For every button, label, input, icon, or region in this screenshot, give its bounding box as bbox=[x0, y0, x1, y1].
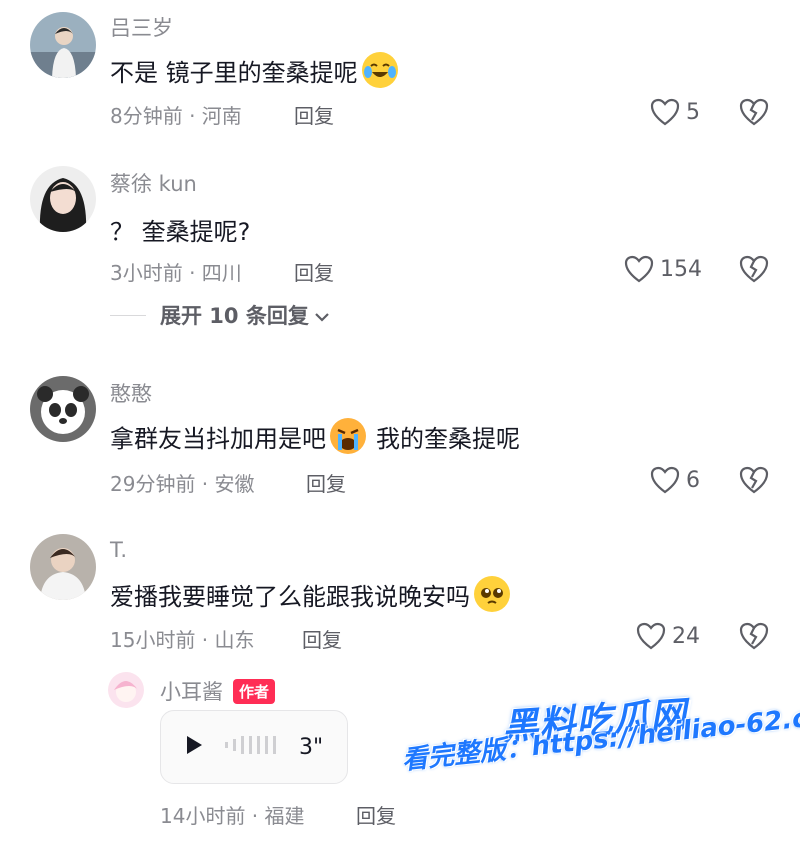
dislike-button[interactable] bbox=[739, 98, 769, 130]
like-count: 5 bbox=[686, 99, 700, 125]
like-button[interactable]: 6 bbox=[650, 466, 700, 494]
crying-laughing-emoji-icon bbox=[361, 52, 398, 88]
comment-meta: 3小时前 · 四川 bbox=[110, 261, 242, 285]
like-button[interactable]: 24 bbox=[636, 622, 700, 650]
avatar[interactable] bbox=[30, 166, 96, 232]
broken-heart-icon bbox=[739, 255, 769, 283]
username[interactable]: T. bbox=[110, 538, 127, 562]
dislike-button[interactable] bbox=[739, 622, 769, 654]
username[interactable]: 蔡徐 kun bbox=[110, 168, 197, 198]
voice-message[interactable]: 3" bbox=[160, 710, 348, 784]
like-count: 6 bbox=[686, 467, 700, 493]
like-button[interactable]: 154 bbox=[624, 255, 702, 283]
comment-item: T. 爱播我要睡觉了么能跟我说晚安吗 15小时前 · 山东 回复 24 bbox=[0, 530, 800, 670]
comment-meta: 8分钟前 · 河南 bbox=[110, 104, 242, 128]
reply-button[interactable]: 回复 bbox=[294, 257, 334, 286]
heart-icon bbox=[624, 255, 654, 283]
comment-item: 憨憨 拿群友当抖加用是吧 我的奎桑提呢 29分钟前 · 安徽 回复 6 bbox=[0, 372, 800, 512]
comment-item: 吕三岁 不是 镜子里的奎桑提呢 8分钟前 · 河南 回复 5 bbox=[0, 0, 800, 140]
comment-text: 爱播我要睡觉了么能跟我说晚安吗 bbox=[110, 576, 510, 612]
divider bbox=[110, 314, 146, 316]
reply-username: 小耳酱 作者 bbox=[160, 676, 276, 706]
broken-heart-icon bbox=[739, 622, 769, 650]
voice-duration: 3" bbox=[299, 734, 324, 760]
comment-text: 不是 镜子里的奎桑提呢 bbox=[110, 52, 398, 88]
crying-emoji-icon bbox=[330, 418, 366, 454]
comment-text: ？ 奎桑提呢? bbox=[110, 218, 251, 246]
play-icon[interactable] bbox=[185, 735, 203, 759]
reply-meta: 14小时前 · 福建 bbox=[160, 804, 305, 828]
broken-heart-icon bbox=[739, 98, 769, 126]
like-count: 24 bbox=[672, 623, 700, 649]
avatar[interactable] bbox=[30, 534, 96, 600]
dislike-button[interactable] bbox=[739, 255, 769, 287]
chevron-down-icon bbox=[315, 303, 329, 327]
reply-button[interactable]: 回复 bbox=[356, 800, 396, 829]
heart-icon bbox=[650, 466, 680, 494]
author-badge: 作者 bbox=[233, 678, 276, 704]
reply-button[interactable]: 回复 bbox=[294, 100, 334, 129]
broken-heart-icon bbox=[739, 466, 769, 494]
heart-icon bbox=[636, 622, 666, 650]
comment-text: 拿群友当抖加用是吧 我的奎桑提呢 bbox=[110, 418, 520, 454]
avatar[interactable] bbox=[30, 376, 96, 442]
pleading-face-icon bbox=[474, 576, 510, 612]
comment-meta: 29分钟前 · 安徽 bbox=[110, 472, 255, 496]
dislike-button[interactable] bbox=[739, 466, 769, 498]
avatar[interactable] bbox=[108, 672, 144, 708]
heart-icon bbox=[650, 98, 680, 126]
like-button[interactable]: 5 bbox=[650, 98, 700, 126]
username[interactable]: 憨憨 bbox=[110, 378, 152, 408]
like-count: 154 bbox=[660, 256, 702, 282]
username[interactable]: 吕三岁 bbox=[110, 12, 173, 42]
reply-button[interactable]: 回复 bbox=[306, 468, 346, 497]
expand-replies-button[interactable]: 展开 10 条回复 bbox=[110, 300, 329, 330]
avatar[interactable] bbox=[30, 12, 96, 78]
reply-button[interactable]: 回复 bbox=[302, 624, 342, 653]
comment-meta: 15小时前 · 山东 bbox=[110, 628, 255, 652]
waveform-icon bbox=[225, 733, 279, 761]
